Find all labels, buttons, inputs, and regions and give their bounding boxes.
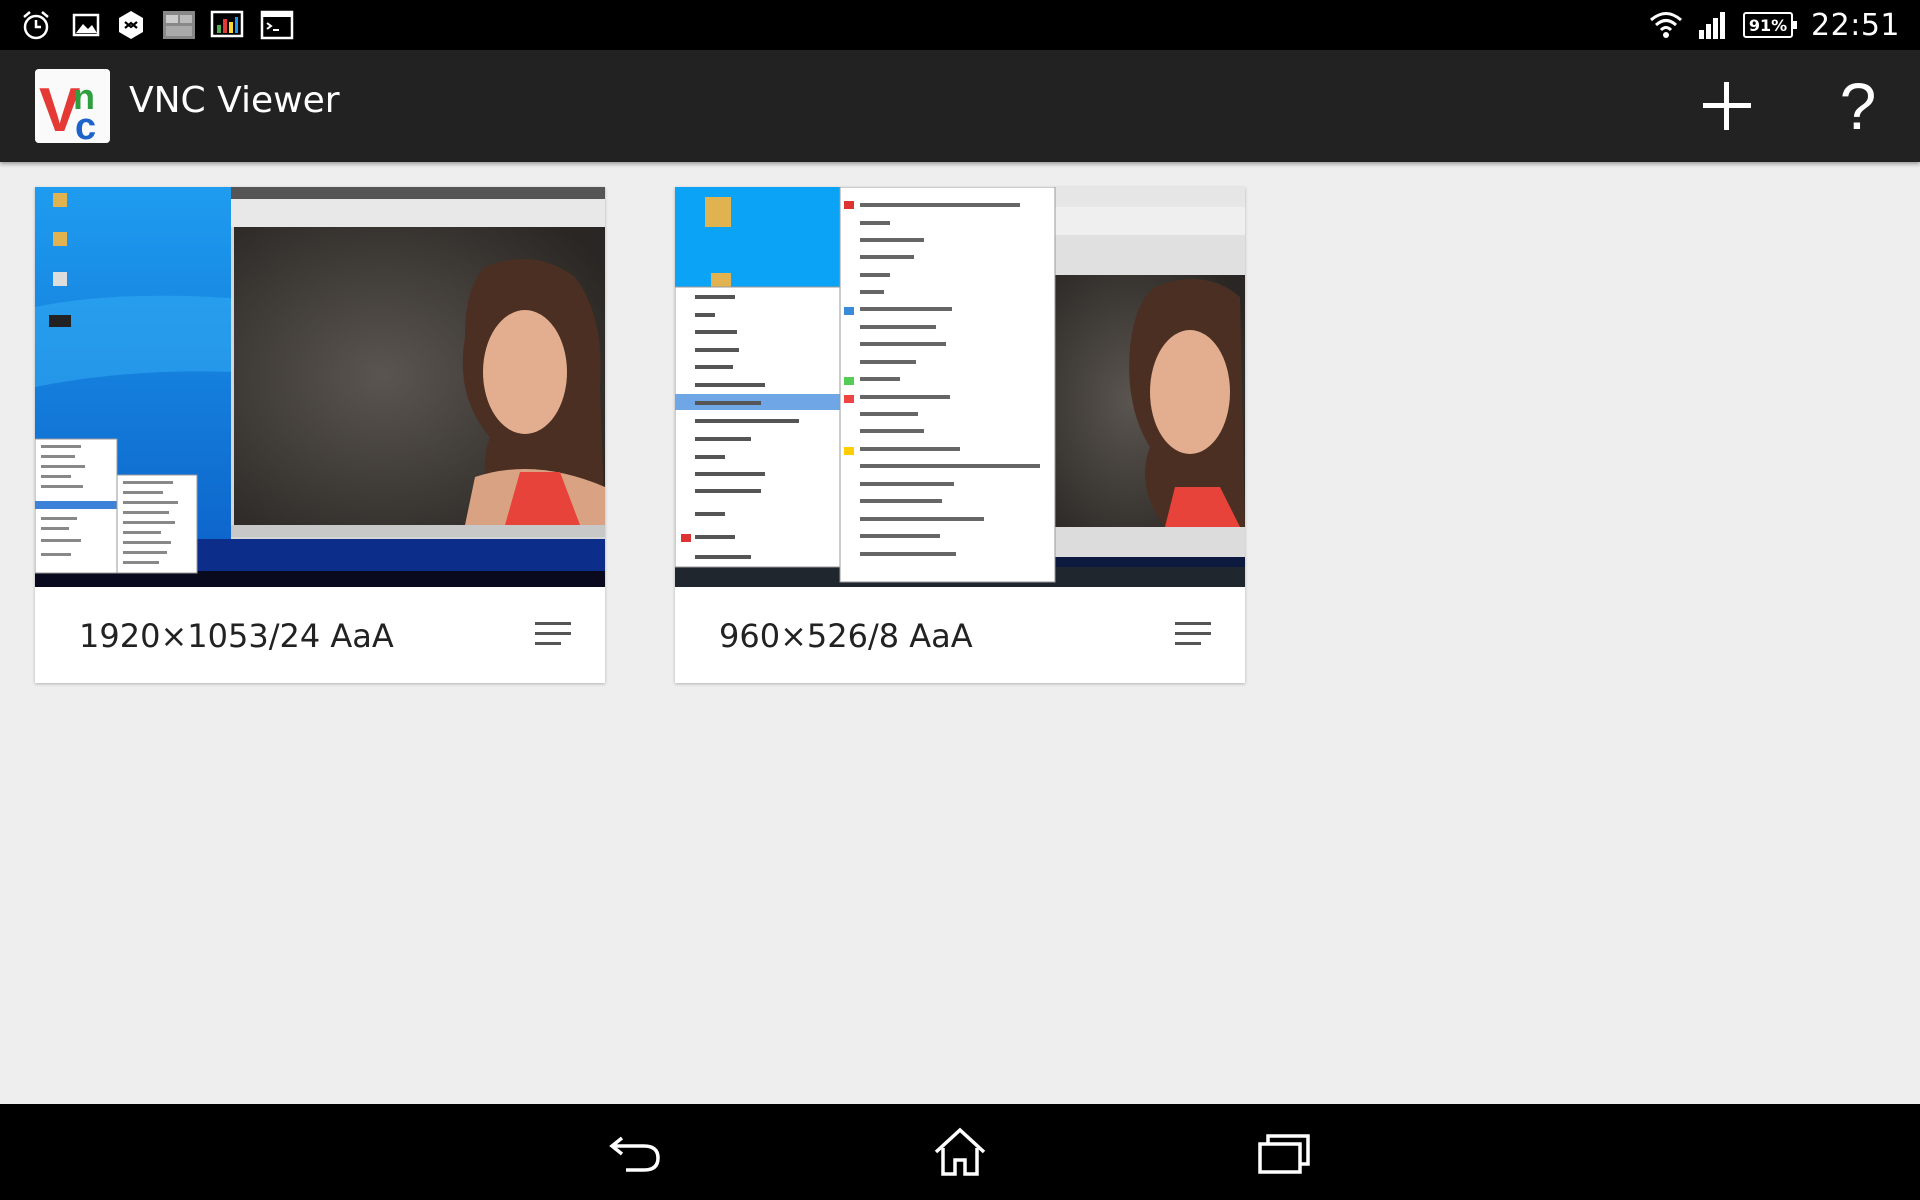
status-clock: 22:51 <box>1811 7 1900 43</box>
app-title: VNC Viewer <box>129 80 340 121</box>
terminal-icon <box>260 10 294 40</box>
add-icon <box>1703 82 1751 130</box>
battery-icon: 91% <box>1743 12 1798 38</box>
navigation-bar <box>0 1104 1920 1200</box>
cell-signal-icon <box>1699 12 1726 39</box>
back-icon <box>609 1136 660 1172</box>
status-bar: 91% 22:51 <box>0 0 1920 50</box>
home-icon <box>934 1127 986 1176</box>
connection-thumbnail-1[interactable] <box>35 187 605 587</box>
alarm-icon <box>23 11 49 40</box>
connection-options-icon-1[interactable] <box>535 622 571 652</box>
help-icon: ? <box>1839 69 1877 143</box>
recent-apps-icon <box>1258 1134 1310 1174</box>
vnc-notification-icon <box>163 11 195 39</box>
back-button[interactable] <box>604 1124 668 1180</box>
help-button[interactable]: ? <box>1830 68 1886 144</box>
sync-icon <box>119 11 143 39</box>
chart-monitor-icon <box>210 10 244 38</box>
gallery-icon <box>72 13 100 37</box>
recent-apps-button[interactable] <box>1252 1124 1316 1180</box>
connection-label-1: 1920×1053/24 AaA <box>79 617 394 655</box>
vnc-viewer-logo: V n c <box>35 69 110 143</box>
connection-card-1[interactable]: 1920×1053/24 AaA <box>35 187 605 683</box>
connection-label-2: 960×526/8 AaA <box>719 617 973 655</box>
wifi-icon <box>1650 12 1683 38</box>
connection-options-icon-2[interactable] <box>1175 622 1211 652</box>
add-connection-button[interactable] <box>1697 76 1757 136</box>
connection-card-2[interactable]: 960×526/8 AaA <box>675 187 1245 683</box>
svg-text:c: c <box>75 106 96 143</box>
connection-thumbnail-2[interactable] <box>675 187 1245 587</box>
battery-level: 91% <box>1748 15 1788 35</box>
action-bar: V n c VNC Viewer ? <box>0 50 1920 162</box>
home-button[interactable] <box>928 1124 992 1180</box>
